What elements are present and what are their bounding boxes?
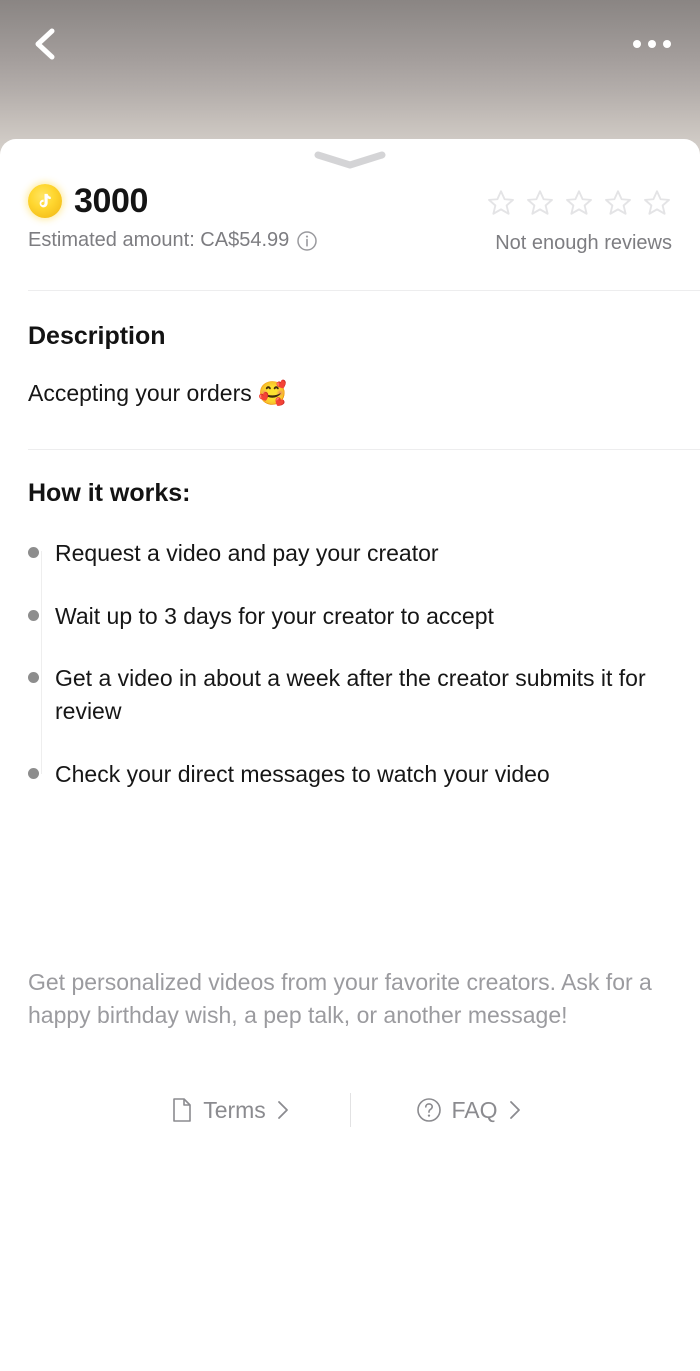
tiktok-note-glyph: [39, 193, 51, 208]
star-icon[interactable]: [603, 188, 633, 218]
coin-amount-line: 3000: [28, 184, 318, 218]
price-and-rating-row: 3000 Estimated amount: CA$54.99 Not enou…: [0, 184, 700, 255]
star-icon[interactable]: [564, 188, 594, 218]
bullet-dot-icon: [28, 662, 55, 684]
description-body: Accepting your orders 🥰: [28, 380, 287, 406]
chevron-left-icon: [35, 28, 55, 60]
bullet-dot-icon: [28, 600, 55, 621]
info-circle-icon[interactable]: [296, 230, 318, 252]
list-item: Request a video and pay your creator: [28, 537, 678, 570]
more-dot: [633, 40, 641, 48]
step-text: Get a video in about a week after the cr…: [55, 665, 646, 724]
star-icon[interactable]: [486, 188, 516, 218]
sheet-collapse-handle[interactable]: [0, 147, 700, 173]
terms-link[interactable]: Terms: [112, 1091, 350, 1129]
more-options-button[interactable]: [626, 26, 678, 62]
divider: [28, 290, 700, 291]
estimated-amount-line: Estimated amount: CA$54.99: [28, 228, 318, 253]
bullet-dot-icon: [28, 537, 55, 558]
gift-detail-screen: 3000 Estimated amount: CA$54.99 Not enou…: [0, 0, 700, 1371]
how-it-works-section: How it works: Request a video and pay yo…: [28, 478, 678, 790]
chevron-right-icon: [277, 1101, 288, 1119]
divider: [28, 449, 700, 450]
bottom-sheet: 3000 Estimated amount: CA$54.99 Not enou…: [0, 139, 700, 1371]
star-icon[interactable]: [642, 188, 672, 218]
promo-blurb-text: Get personalized videos from your favori…: [28, 969, 652, 1028]
tiktok-coin-icon: [28, 184, 62, 218]
footer-links: Terms FAQ: [0, 1091, 700, 1129]
more-dot: [663, 40, 671, 48]
star-icon[interactable]: [525, 188, 555, 218]
step-text: Request a video and pay your creator: [55, 540, 439, 566]
step-text: Check your direct messages to watch your…: [55, 760, 550, 787]
bullet-dot-icon: [28, 758, 55, 779]
back-button[interactable]: [22, 20, 70, 68]
price-block: 3000 Estimated amount: CA$54.99: [28, 184, 318, 253]
question-circle-icon: [417, 1098, 442, 1122]
list-item: Check your direct messages to watch your…: [28, 758, 678, 791]
star-rating[interactable]: [486, 188, 672, 218]
reviews-status-text: Not enough reviews: [495, 232, 672, 254]
estimated-amount-label: Estimated amount: CA$54.99: [28, 229, 290, 251]
step-text: Wait up to 3 days for your creator to ac…: [55, 602, 494, 629]
coin-amount-value: 3000: [74, 182, 149, 220]
faq-link-label: FAQ: [451, 1096, 498, 1123]
list-item: Get a video in about a week after the cr…: [28, 662, 678, 727]
chevron-down-icon: [314, 151, 386, 169]
terms-link-label: Terms: [203, 1096, 266, 1123]
description-section: Description Accepting your orders 🥰: [28, 321, 678, 409]
document-icon: [173, 1098, 191, 1122]
how-it-works-steps: Request a video and pay your creator Wai…: [28, 537, 678, 790]
list-item: Wait up to 3 days for your creator to ac…: [28, 600, 678, 633]
more-dot: [648, 40, 656, 48]
top-navigation-bar: [0, 0, 700, 90]
description-title: Description: [28, 322, 166, 350]
rating-block: Not enough reviews: [486, 184, 672, 255]
how-it-works-title: How it works:: [28, 479, 191, 507]
chevron-right-icon: [509, 1101, 520, 1119]
faq-link[interactable]: FAQ: [351, 1091, 589, 1129]
